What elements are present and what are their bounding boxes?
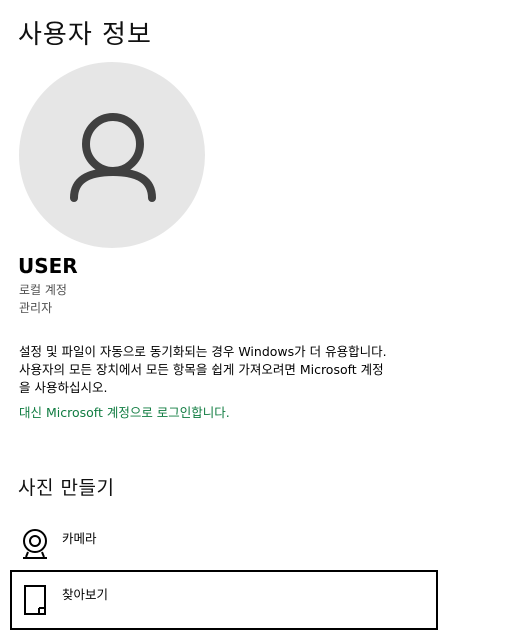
create-photo-heading: 사진 만들기 <box>18 477 115 499</box>
camera-option-label: 카메라 <box>62 531 97 546</box>
sync-description: 설정 및 파일이 자동으로 동기화되는 경우 Windows가 더 유용합니다.… <box>19 343 439 397</box>
page-title: 사용자 정보 <box>18 20 152 50</box>
person-icon <box>70 113 156 202</box>
user-name: USER <box>18 254 78 278</box>
account-role: 관리자 <box>19 301 53 315</box>
browse-option[interactable]: 찾아보기 <box>10 570 438 630</box>
sync-description-line: 사용자의 모든 장치에서 모든 항목을 쉽게 가져오려면 Microsoft 계… <box>19 362 384 377</box>
camera-icon <box>23 529 47 559</box>
sync-description-line: 을 사용하십시오. <box>19 380 108 395</box>
microsoft-signin-link[interactable]: 대신 Microsoft 계정으로 로그인합니다. <box>19 402 230 421</box>
avatar <box>19 62 205 248</box>
account-type: 로컬 계정 <box>19 283 67 297</box>
camera-option[interactable]: 카메라 <box>10 514 438 574</box>
browse-icon <box>24 585 46 615</box>
browse-option-label: 찾아보기 <box>62 587 109 602</box>
sync-description-line: 설정 및 파일이 자동으로 동기화되는 경우 Windows가 더 유용합니다. <box>19 344 387 359</box>
